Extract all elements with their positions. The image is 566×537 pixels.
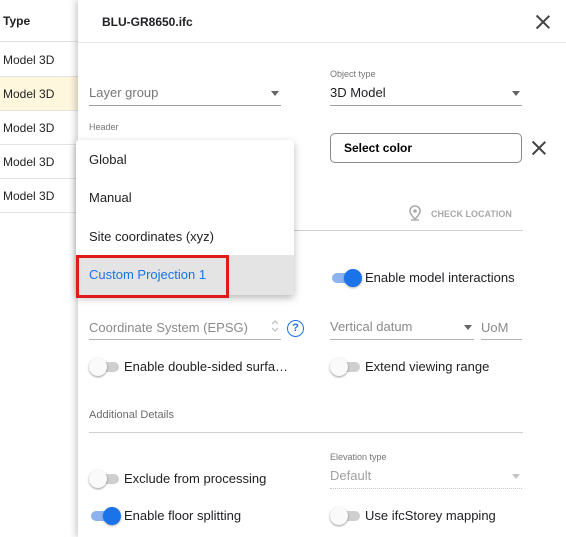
- exclude-from-processing-toggle[interactable]: [89, 470, 123, 488]
- elevation-type-label: Elevation type: [330, 452, 387, 462]
- coordinate-system-placeholder: Coordinate System (EPSG): [89, 320, 248, 335]
- menu-item-manual[interactable]: Manual: [76, 178, 294, 216]
- elevation-type-select[interactable]: Default: [330, 463, 522, 489]
- toggle-thumb: [89, 358, 107, 376]
- toggle-thumb: [89, 470, 107, 488]
- uom-input[interactable]: UoM: [481, 314, 522, 340]
- menu-item-custom-projection-1[interactable]: Custom Projection 1: [76, 255, 294, 295]
- enable-floor-splitting-toggle[interactable]: [89, 507, 123, 525]
- close-icon[interactable]: [536, 15, 550, 29]
- use-ifcstorey-mapping-toggle[interactable]: [330, 507, 364, 525]
- panel-title: BLU-GR8650.ifc: [102, 15, 193, 29]
- enable-model-interactions-label: Enable model interactions: [365, 270, 515, 285]
- double-sided-label: Enable double-sided surfa…: [124, 359, 289, 374]
- toggle-thumb: [330, 507, 348, 525]
- header-label: Header: [89, 122, 119, 132]
- uom-placeholder: UoM: [481, 320, 509, 335]
- extend-viewing-range-toggle[interactable]: [330, 358, 364, 376]
- vertical-datum-placeholder: Vertical datum: [330, 319, 413, 334]
- caret-down-icon: [512, 91, 520, 96]
- object-type-select[interactable]: 3D Model: [330, 80, 522, 106]
- type-column-header[interactable]: Type: [0, 0, 78, 42]
- table-row[interactable]: Model 3D: [0, 145, 78, 179]
- additional-details-title: Additional Details: [89, 409, 174, 421]
- layer-group-select[interactable]: Layer group: [89, 80, 281, 106]
- stepper-icon[interactable]: [271, 319, 279, 333]
- toggle-thumb: [103, 507, 121, 525]
- table-row[interactable]: Model 3D: [0, 111, 78, 145]
- enable-floor-splitting-label: Enable floor splitting: [124, 508, 242, 523]
- double-sided-toggle[interactable]: [89, 358, 123, 376]
- check-location-button[interactable]: CHECK LOCATION: [431, 209, 512, 219]
- table-row[interactable]: Model 3D: [0, 77, 78, 111]
- toggle-thumb: [344, 269, 362, 287]
- caret-down-icon: [464, 325, 472, 330]
- menu-item-site-coordinates[interactable]: Site coordinates (xyz): [76, 217, 294, 255]
- model-table: Type Model 3D Model 3D Model 3D Model 3D…: [0, 0, 78, 537]
- elevation-type-value: Default: [330, 468, 372, 483]
- help-icon[interactable]: ?: [287, 320, 304, 337]
- coordinate-system-input[interactable]: Coordinate System (EPSG): [89, 314, 281, 340]
- exclude-from-processing-label: Exclude from processing: [124, 471, 267, 486]
- use-ifcstorey-mapping-label: Use ifcStorey mapping: [365, 508, 496, 523]
- clear-color-icon[interactable]: [532, 141, 546, 155]
- select-color-button[interactable]: Select color: [330, 133, 522, 163]
- vertical-datum-select[interactable]: Vertical datum: [330, 314, 474, 340]
- enable-model-interactions-toggle[interactable]: [330, 269, 364, 287]
- location-pin-icon[interactable]: [408, 205, 422, 221]
- section-divider: [89, 432, 523, 433]
- object-type-value: 3D Model: [330, 85, 386, 100]
- table-row[interactable]: Model 3D: [0, 179, 78, 213]
- caret-down-icon: [271, 91, 279, 96]
- toggle-thumb: [330, 358, 348, 376]
- header-dropdown-menu: Global Manual Site coordinates (xyz) Cus…: [76, 140, 294, 295]
- object-type-label: Object type: [330, 69, 376, 79]
- caret-down-icon: [512, 474, 520, 479]
- menu-item-global[interactable]: Global: [76, 140, 294, 178]
- table-row[interactable]: Model 3D: [0, 43, 78, 77]
- extend-viewing-range-label: Extend viewing range: [365, 359, 490, 374]
- divider: [78, 42, 566, 43]
- layer-group-placeholder: Layer group: [89, 85, 159, 100]
